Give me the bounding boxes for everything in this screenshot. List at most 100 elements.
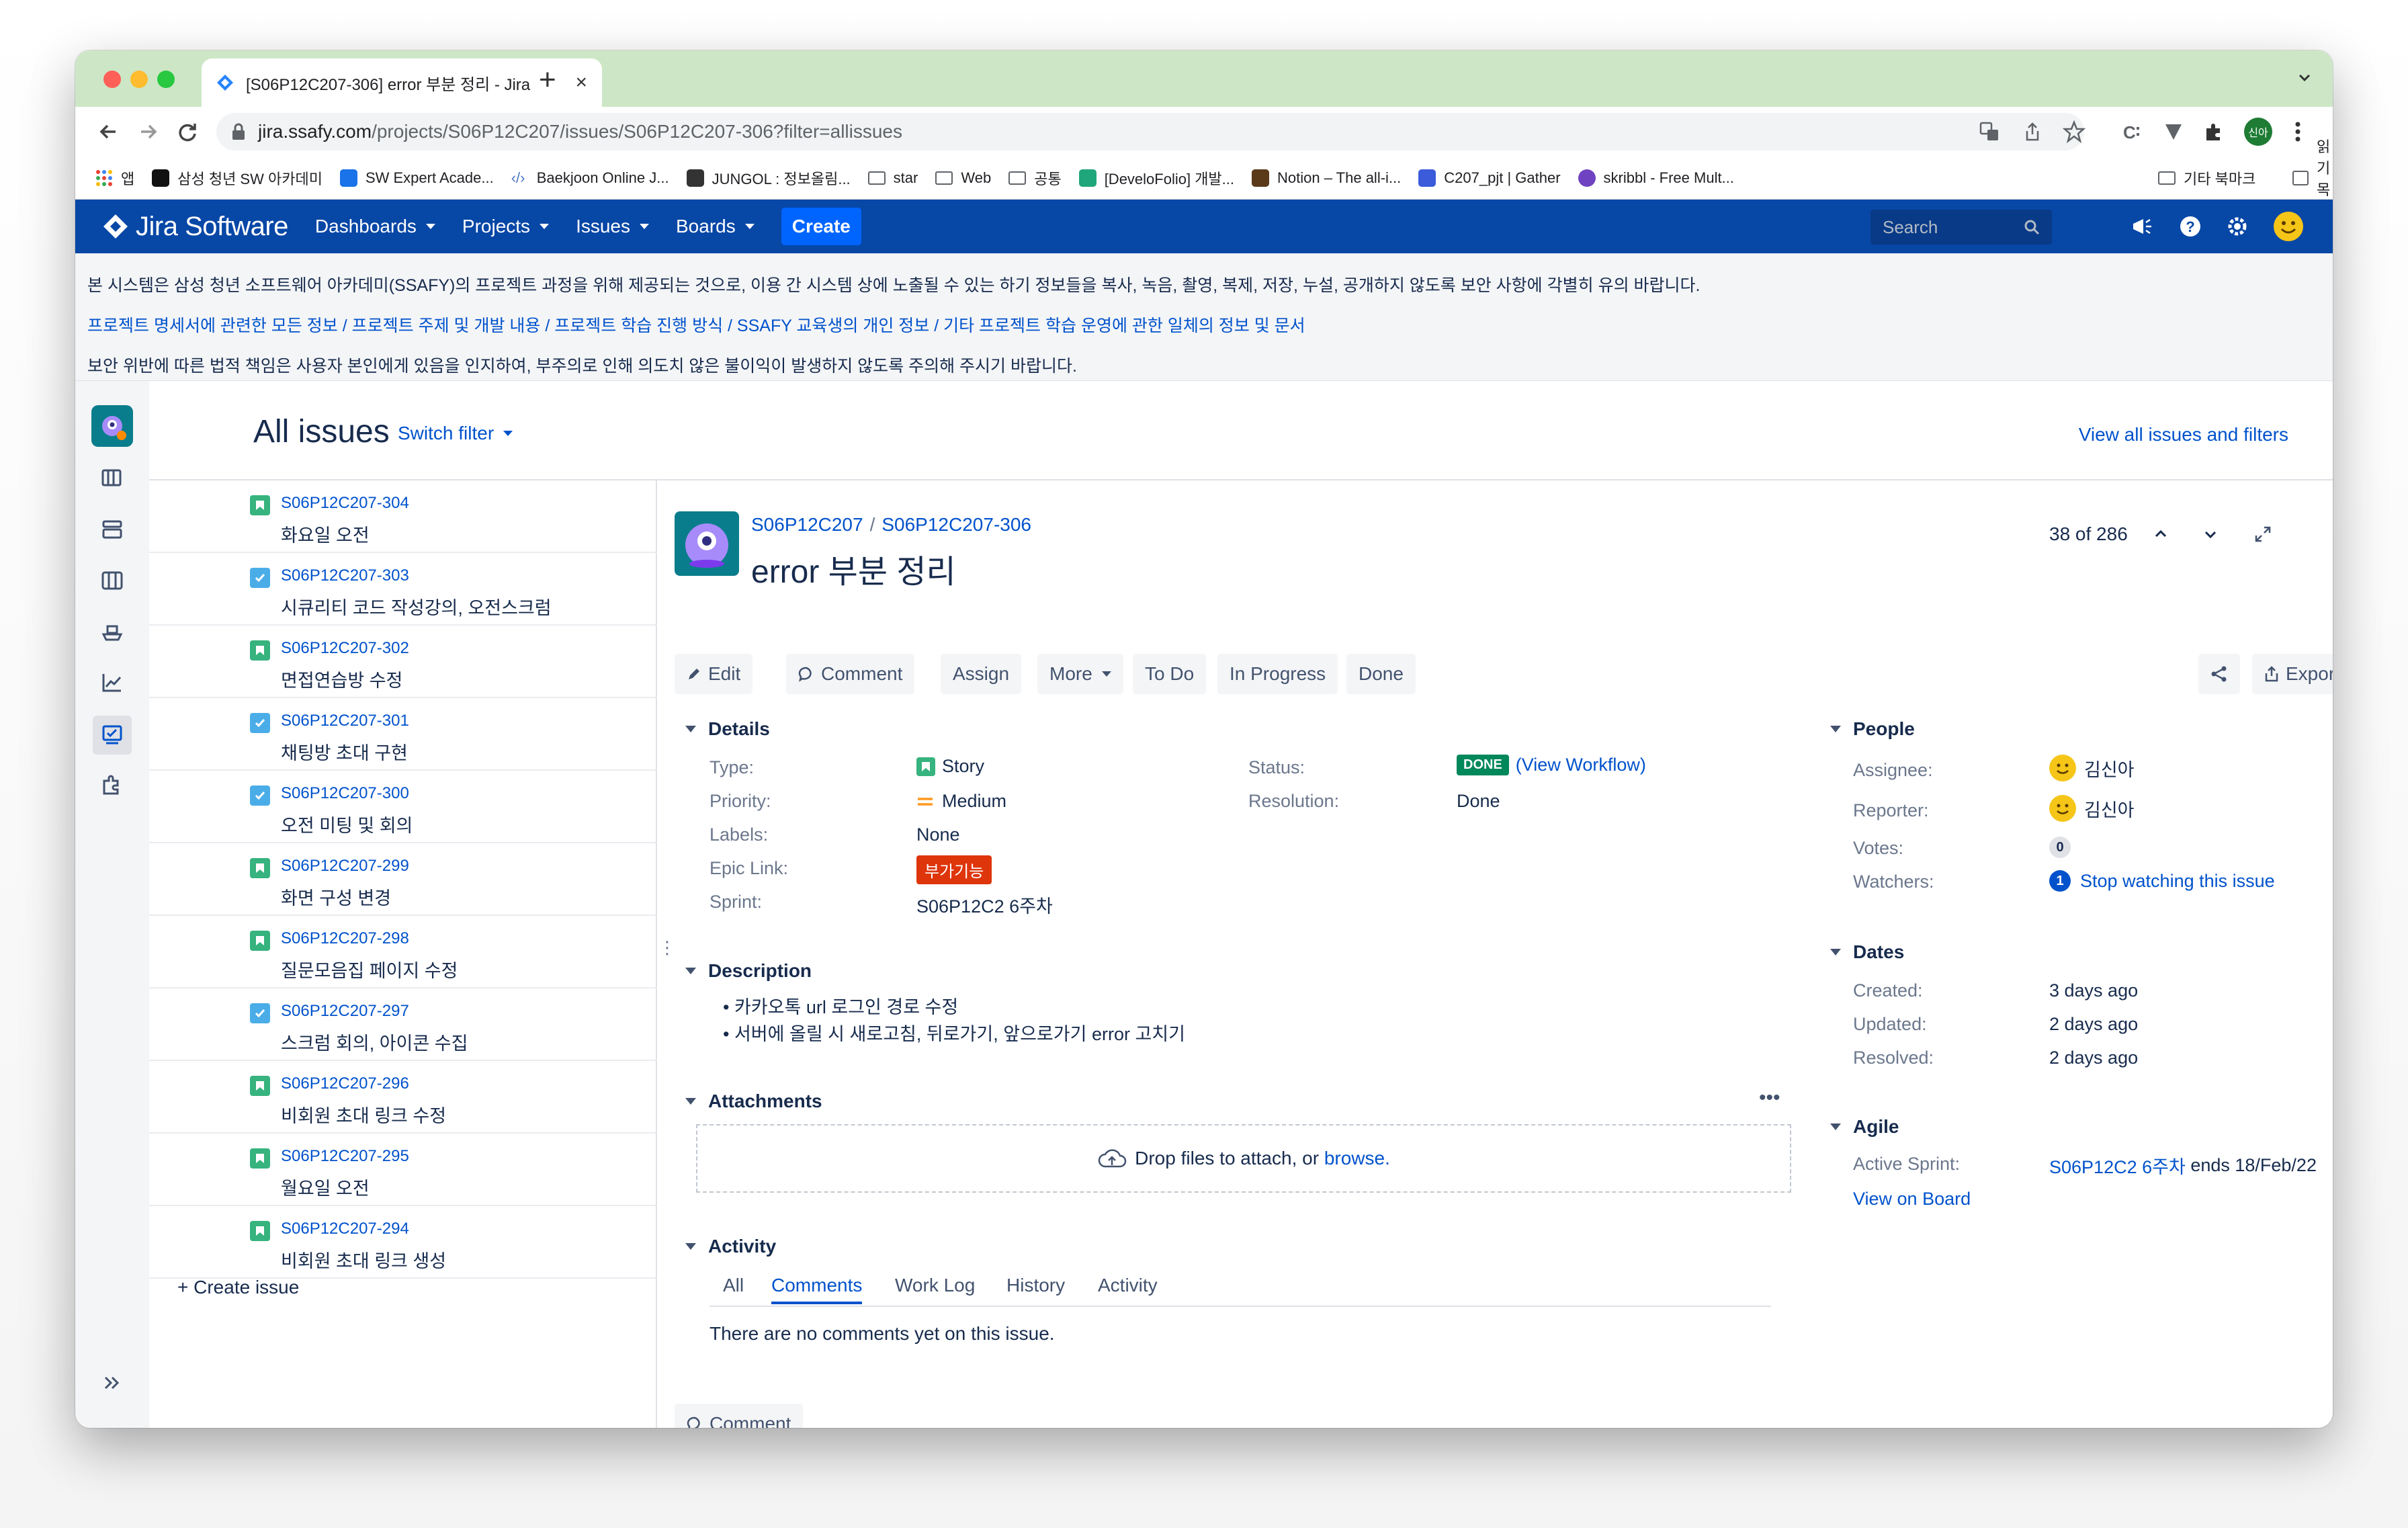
done-button[interactable]: Done <box>1346 654 1416 694</box>
issue-key[interactable]: S06P12C207-303 <box>281 566 409 585</box>
issue-list-item[interactable]: S06P12C207-297 스크럼 회의, 아이콘 수집 <box>149 988 657 1061</box>
browser-menu-icon[interactable] <box>2294 120 2302 143</box>
issue-list-item[interactable]: S06P12C207-294 비회원 초대 링크 생성 <box>149 1206 657 1279</box>
bookmark-folder[interactable]: 공통 <box>1008 167 1062 189</box>
issue-list-item[interactable]: S06P12C207-296 비회원 초대 링크 수정 <box>149 1061 657 1134</box>
comment-button[interactable]: Comment <box>786 654 915 694</box>
details-section-toggle[interactable]: Details <box>685 718 770 740</box>
sprint-link[interactable]: S06P12C2 6주차 <box>2049 1152 2186 1179</box>
next-issue-icon[interactable] <box>2202 526 2219 542</box>
address-bar[interactable]: jira.ssafy.com/projects/S06P12C207/issue… <box>216 113 2084 151</box>
help-icon[interactable]: ? <box>2178 214 2202 239</box>
megaphone-icon[interactable] <box>2130 214 2154 239</box>
to-do-button[interactable]: To Do <box>1133 654 1207 694</box>
tab-work-log[interactable]: Work Log <box>895 1275 975 1296</box>
breadcrumb-project[interactable]: S06P12C207 <box>751 514 863 535</box>
browse-link[interactable]: browse. <box>1324 1148 1390 1169</box>
reading-list[interactable]: 읽기 목록 <box>2292 138 2333 220</box>
notice-line-2[interactable]: 프로젝트 명세서에 관련한 모든 정보 / 프로젝트 주제 및 개발 내용 / … <box>87 312 1305 337</box>
tab-history[interactable]: History <box>1006 1275 1065 1296</box>
back-icon[interactable] <box>97 120 120 143</box>
translate-icon[interactable] <box>1979 122 2000 142</box>
bookmark-item[interactable]: [DeveloFolio] 개발... <box>1078 167 1234 189</box>
issue-key[interactable]: S06P12C207-296 <box>281 1074 409 1093</box>
expand-sidebar-icon[interactable] <box>95 1366 129 1400</box>
people-section-toggle[interactable]: People <box>1830 718 1915 740</box>
watchers-value[interactable]: 1 Stop watching this issue <box>2049 870 2275 892</box>
page-link[interactable]: 2 <box>535 1425 546 1428</box>
releases-ship-icon[interactable] <box>95 615 129 648</box>
bookmark-star-icon[interactable] <box>2063 120 2086 143</box>
page-link[interactable]: 1 <box>520 1425 531 1428</box>
tab-close-icon[interactable]: × <box>575 71 587 94</box>
view-workflow-link[interactable]: (View Workflow) <box>1516 755 1646 775</box>
share-icon[interactable] <box>2022 122 2042 142</box>
issue-list-item[interactable]: S06P12C207-298 질문모음집 페이지 수정 <box>149 916 657 988</box>
activity-section-toggle[interactable]: Activity <box>685 1236 776 1257</box>
bookmark-item[interactable]: SW Expert Acade... <box>339 169 494 187</box>
extension-v-icon[interactable] <box>2163 122 2184 142</box>
issue-list-item[interactable]: S06P12C207-301 채팅방 초대 구현 <box>149 698 657 771</box>
page-link[interactable]: 5 <box>583 1425 593 1428</box>
board-columns-icon[interactable] <box>95 564 129 597</box>
other-bookmarks[interactable]: 기타 북마크 <box>2158 157 2255 200</box>
share-button[interactable] <box>2198 654 2240 694</box>
extensions-puzzle-icon[interactable] <box>2204 122 2224 142</box>
issue-key[interactable]: S06P12C207-302 <box>281 639 409 658</box>
issue-title[interactable]: error 부분 정리 <box>751 545 956 592</box>
project-avatar-icon[interactable] <box>91 405 133 447</box>
previous-issue-icon[interactable] <box>2153 526 2169 542</box>
attachments-section-toggle[interactable]: Attachments <box>685 1091 822 1112</box>
forward-icon[interactable] <box>137 120 160 143</box>
jira-search-input[interactable]: Search <box>1870 210 2052 245</box>
reports-chart-icon[interactable] <box>95 666 129 699</box>
tab-activity[interactable]: Activity <box>1098 1275 1158 1296</box>
backlog-icon[interactable] <box>95 462 129 495</box>
bookmark-item[interactable]: C207_pjt | Gather <box>1418 169 1561 187</box>
more-button[interactable]: More <box>1037 654 1123 694</box>
bookmark-folder[interactable]: star <box>867 169 918 187</box>
stop-watching-link[interactable]: Stop watching this issue <box>2080 871 2275 892</box>
close-window-button[interactable] <box>103 71 121 88</box>
issue-key[interactable]: S06P12C207-295 <box>281 1147 409 1166</box>
edit-button[interactable]: Edit <box>675 654 753 694</box>
nav-projects[interactable]: Projects <box>462 216 550 237</box>
tab-search-chevron-icon[interactable] <box>2296 69 2313 85</box>
issue-list-item[interactable]: S06P12C207-300 오전 미팅 및 회의 <box>149 771 657 843</box>
issue-key[interactable]: S06P12C207-294 <box>281 1220 409 1238</box>
breadcrumb-issue-key[interactable]: S06P12C207-306 <box>882 514 1031 535</box>
tab-comments[interactable]: Comments <box>771 1275 863 1304</box>
bookmark-item[interactable]: Notion – The all-i... <box>1252 169 1401 187</box>
agile-section-toggle[interactable]: Agile <box>1830 1116 1899 1138</box>
add-ons-puzzle-icon[interactable] <box>95 768 129 802</box>
issue-key[interactable]: S06P12C207-300 <box>281 784 409 803</box>
dates-section-toggle[interactable]: Dates <box>1830 941 1904 963</box>
issues-stack-icon[interactable] <box>95 513 129 546</box>
issue-list-item[interactable]: S06P12C207-304 화요일 오전 <box>149 480 657 553</box>
epic-link-value[interactable]: 부가기능 <box>916 855 992 884</box>
issue-list-item[interactable]: S06P12C207-295 월요일 오전 <box>149 1134 657 1206</box>
expand-issue-icon[interactable] <box>2253 525 2272 544</box>
next-page-icon[interactable]: › <box>608 1425 614 1428</box>
page-link[interactable]: 4 <box>567 1425 578 1428</box>
profile-avatar[interactable]: 신아 <box>2244 118 2272 146</box>
nav-issues[interactable]: Issues <box>576 216 649 237</box>
reload-icon[interactable] <box>176 120 199 143</box>
settings-gear-icon[interactable] <box>2225 214 2249 239</box>
maximize-window-button[interactable] <box>157 71 175 88</box>
issue-list-item[interactable]: S06P12C207-302 면접연습방 수정 <box>149 626 657 698</box>
issue-key[interactable]: S06P12C207-297 <box>281 1002 409 1021</box>
in-progress-button[interactable]: In Progress <box>1217 654 1338 694</box>
bookmark-item[interactable]: JUNGOL : 정보올림... <box>686 167 851 189</box>
export-button[interactable]: Export <box>2252 654 2333 694</box>
assignee-value[interactable]: 김신아 <box>2049 755 2135 781</box>
minimize-window-button[interactable] <box>130 71 148 88</box>
add-comment-button[interactable]: Comment <box>675 1404 804 1428</box>
issue-key[interactable]: S06P12C207-299 <box>281 857 409 876</box>
bookmark-item[interactable]: 앱 <box>95 167 134 189</box>
issue-key[interactable]: S06P12C207-298 <box>281 929 409 948</box>
page-link[interactable]: 3 <box>552 1425 562 1428</box>
view-on-board-link[interactable]: View on Board <box>1853 1189 1971 1209</box>
user-avatar[interactable] <box>2272 210 2305 243</box>
tab-all[interactable]: All <box>723 1275 744 1296</box>
